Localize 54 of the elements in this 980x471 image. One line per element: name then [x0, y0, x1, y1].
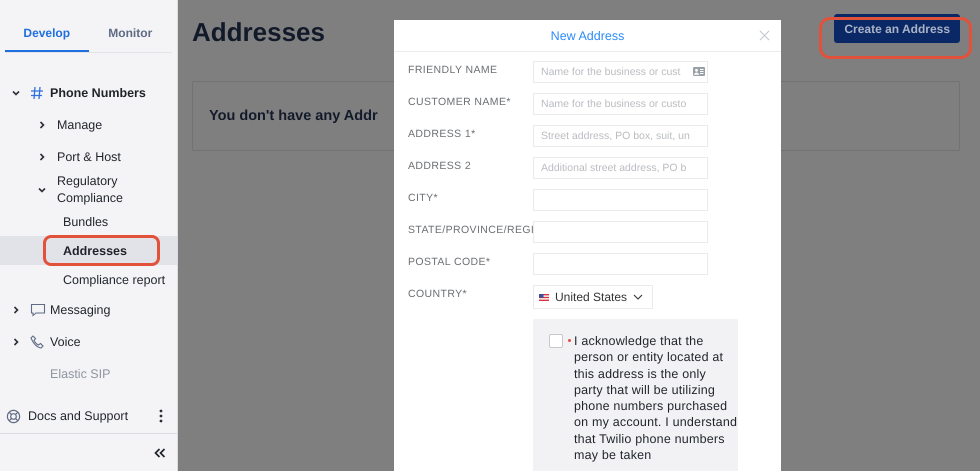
nav-label: Elastic SIP: [50, 367, 110, 381]
nav-item[interactable]: Voice: [0, 326, 177, 358]
caret-icon: [38, 186, 46, 194]
nav-item[interactable]: Addresses: [63, 244, 127, 258]
field-label: FRIENDLY NAME: [408, 63, 498, 76]
input-field[interactable]: Name for the business or cust: [533, 61, 708, 83]
chat-icon: [30, 303, 46, 317]
phone-icon: [30, 335, 44, 349]
nav-label: Manage: [57, 116, 104, 134]
collapse-icon[interactable]: [154, 448, 166, 458]
field-label: ADDRESS 1*: [408, 127, 477, 140]
caret-icon: [12, 89, 20, 97]
nav-label: Port & Host: [57, 148, 122, 166]
nav-item[interactable]: Compliance report: [63, 272, 166, 286]
checkbox[interactable]: [549, 334, 563, 348]
input-field[interactable]: Name for the business or custo: [533, 93, 708, 115]
create-address-button[interactable]: Create an Address: [834, 14, 960, 43]
field-label: COUNTRY*: [408, 287, 468, 300]
field-label: POSTAL CODE*: [408, 255, 492, 268]
nav-item[interactable]: Bundles: [63, 214, 108, 228]
nav-item[interactable]: Regulatory Compliance: [0, 173, 177, 207]
nav-item[interactable]: Phone Numbers: [0, 79, 177, 107]
contact-card-icon[interactable]: [693, 67, 705, 76]
input-field[interactable]: Additional street address, PO b: [533, 157, 708, 179]
nav-label: Voice: [50, 335, 81, 349]
dialog-title: New Address: [550, 28, 624, 42]
caret-icon: [12, 306, 20, 314]
nav-item[interactable]: Messaging: [0, 294, 177, 326]
nav-label: Phone Numbers: [50, 86, 146, 100]
field-label: ADDRESS 2: [408, 159, 472, 172]
close-icon[interactable]: [759, 30, 770, 41]
field-label: CITY*: [408, 191, 440, 204]
flag-icon: [539, 294, 549, 300]
sidebar-tab[interactable]: Monitor: [88, 26, 172, 52]
caret-icon: [38, 121, 46, 129]
caret-icon: [38, 153, 46, 161]
field-label: STATE/PROVINCE/REGI: [408, 223, 533, 236]
field-label: CUSTOMER NAME*: [408, 95, 512, 108]
lifebuoy-icon: [6, 408, 21, 424]
country-select[interactable]: United States: [533, 285, 654, 309]
acknowledgement-text: I acknowledge that the person or entity located at this address is the only party that will be utilizing phone numbers purchased on my account. I understand that Twilio phone numbers may be taken: [574, 333, 738, 464]
nav-item[interactable]: Port & Host: [0, 141, 177, 173]
docs-link[interactable]: Docs and Support: [28, 409, 152, 423]
page-title: Addresses: [192, 17, 325, 48]
chevron-down-icon: [633, 294, 644, 300]
caret-icon: [12, 338, 20, 346]
nav-label: Messaging: [50, 303, 110, 317]
more-icon[interactable]: [159, 409, 163, 423]
nav-label: Regulatory Compliance: [57, 173, 124, 207]
empty-message: You don't have any Addr: [209, 108, 378, 124]
sidebar-tab[interactable]: Develop: [5, 26, 88, 52]
input-field[interactable]: Street address, PO box, suit, un: [533, 125, 708, 147]
nav-item[interactable]: Manage: [0, 109, 177, 141]
hash-icon: [30, 86, 44, 100]
